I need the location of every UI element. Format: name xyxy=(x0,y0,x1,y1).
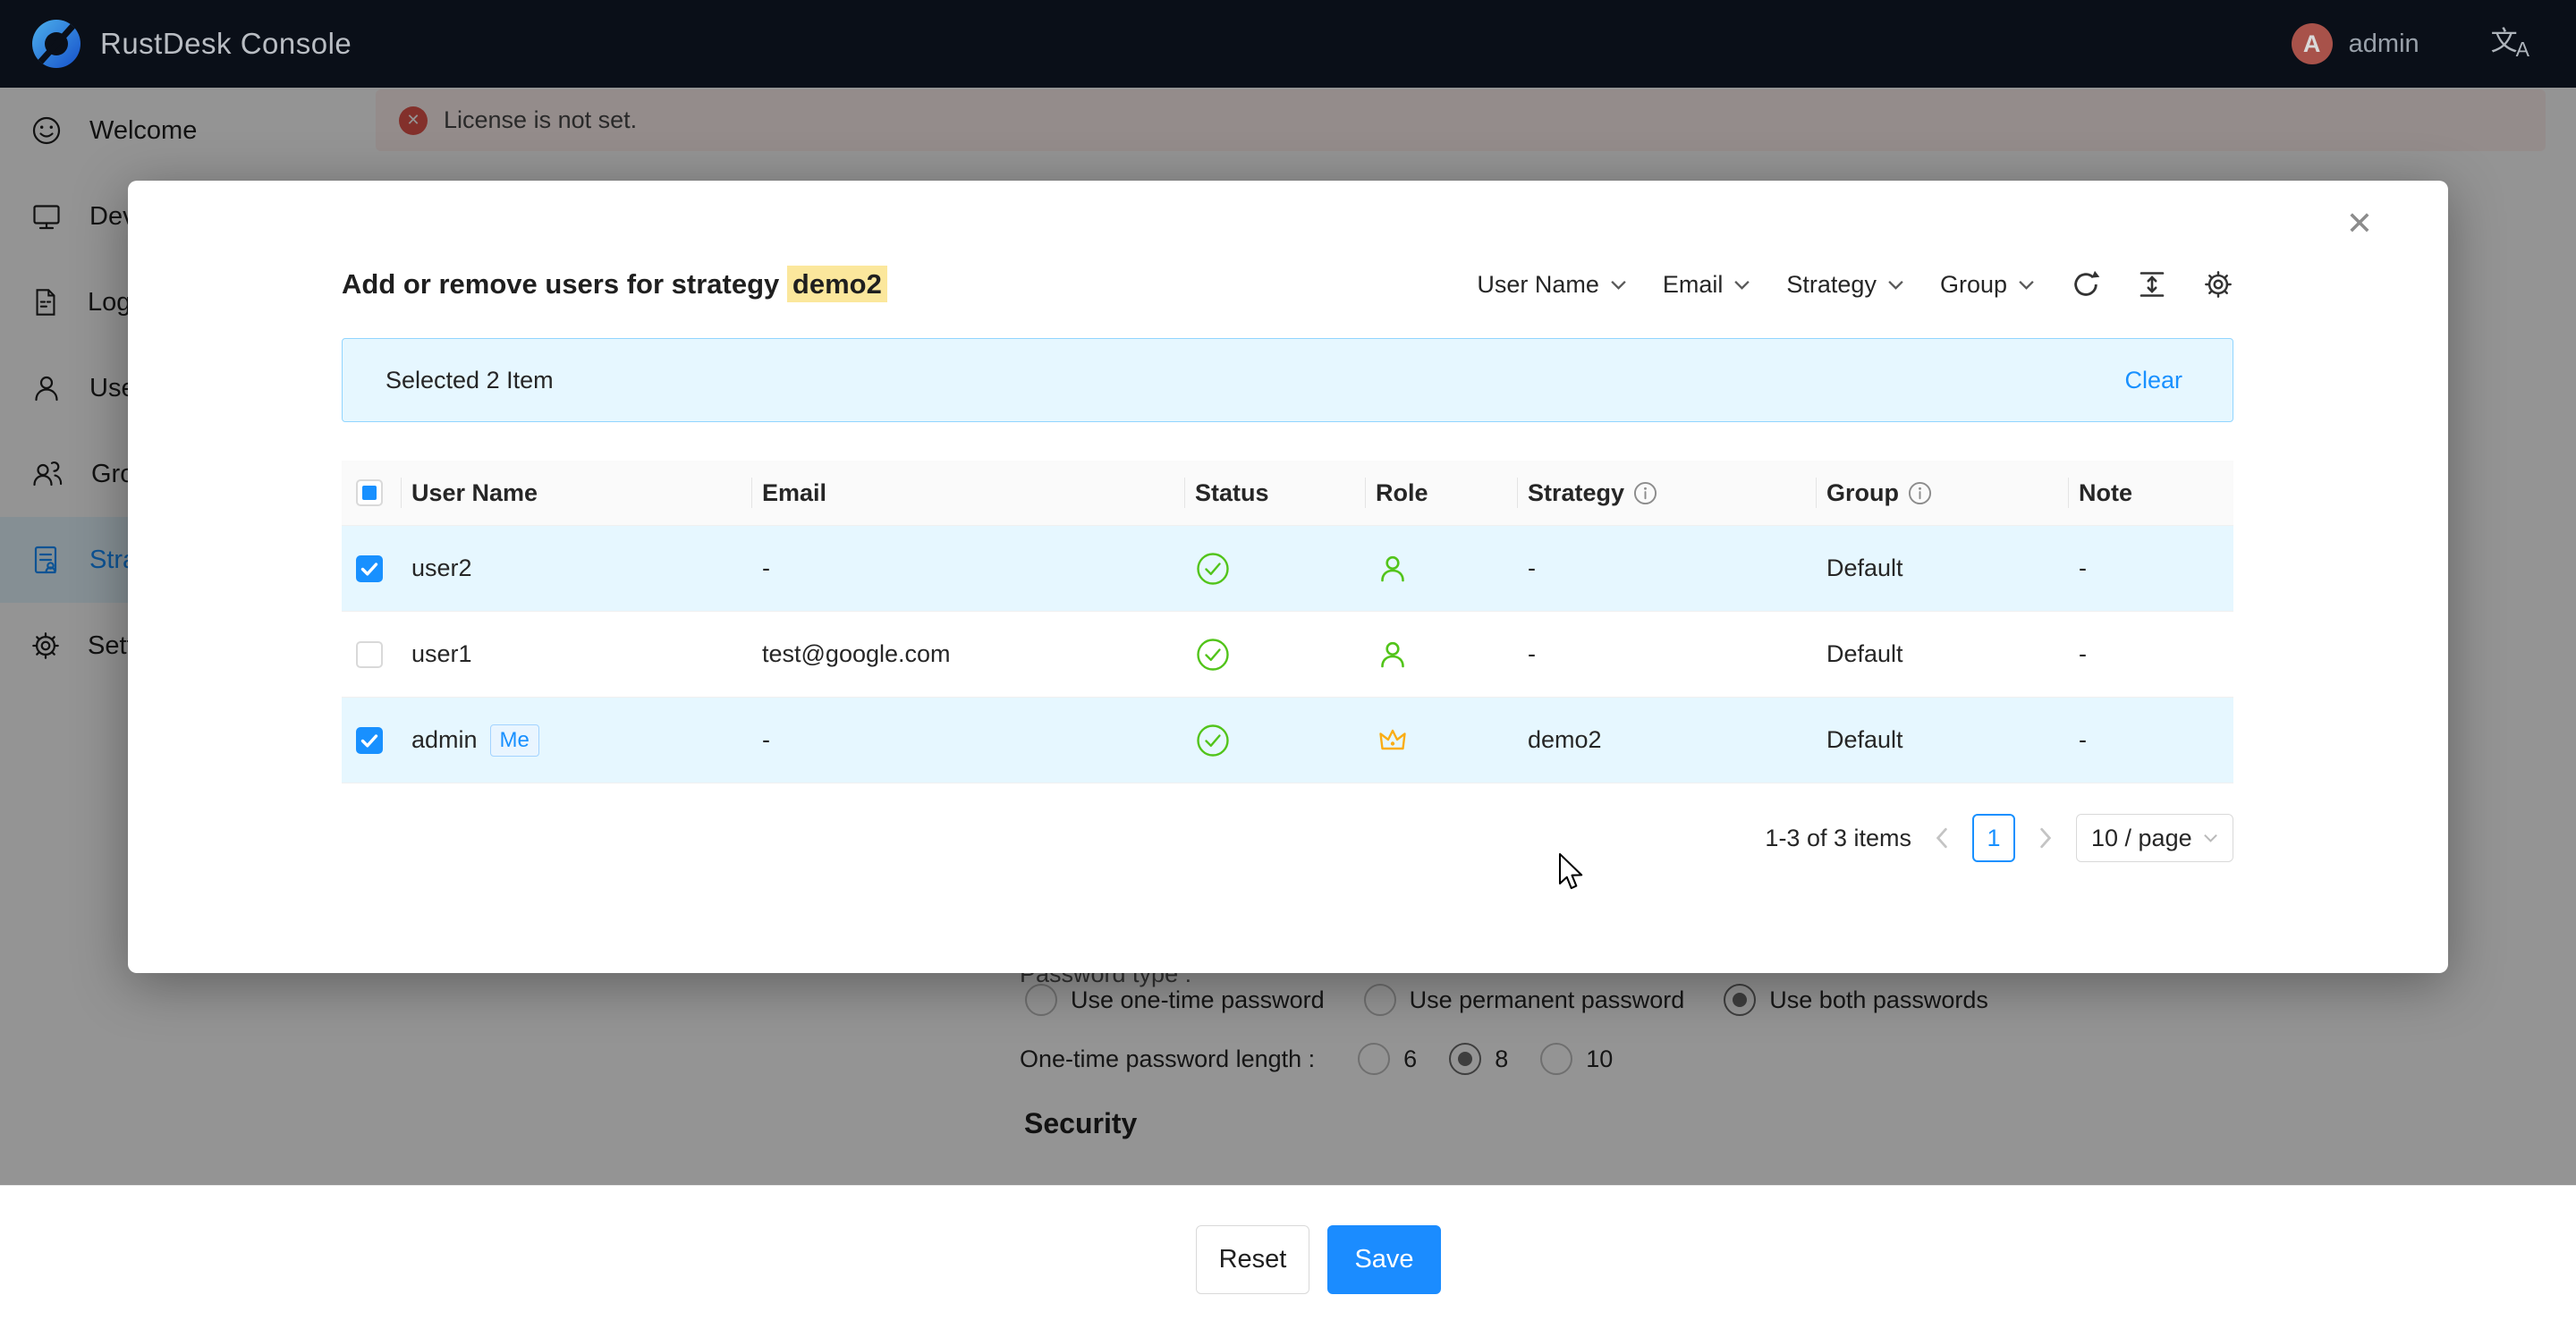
cell-user-name: user1 xyxy=(401,612,751,697)
users-table: User Name Email Status Role Strategy Gro… xyxy=(342,461,2233,783)
filter-strategy-dropdown[interactable]: Strategy xyxy=(1786,271,1904,299)
cell-email: - xyxy=(751,698,1184,783)
pagination-total: 1-3 of 3 items xyxy=(1765,825,1911,852)
cell-group: Default xyxy=(1816,612,2068,697)
cell-email: - xyxy=(751,526,1184,611)
cell-email: test@google.com xyxy=(751,612,1184,697)
me-badge: Me xyxy=(490,724,539,757)
row-checkbox[interactable] xyxy=(356,555,383,582)
rustdesk-logo-icon xyxy=(32,20,80,68)
col-group[interactable]: Group xyxy=(1816,461,2068,525)
page-size-value: 10 / page xyxy=(2091,825,2192,852)
header-username[interactable]: admin xyxy=(2349,30,2419,59)
strategy-name-highlight: demo2 xyxy=(787,266,887,302)
clear-selection-link[interactable]: Clear xyxy=(2124,367,2182,394)
page: RustDesk Console A admin 文A Welcome Devi… xyxy=(0,0,2576,1329)
page-number-1[interactable]: 1 xyxy=(1972,814,2015,862)
admin-name: admin xyxy=(411,726,478,754)
selection-count-text: Selected 2 Item xyxy=(386,367,554,394)
language-icon[interactable]: 文A xyxy=(2491,29,2529,60)
column-height-icon[interactable] xyxy=(2137,269,2167,300)
role-admin-crown-icon xyxy=(1365,698,1517,783)
filter-label: Email xyxy=(1663,271,1724,299)
status-active-icon xyxy=(1184,698,1365,783)
row-checkbox[interactable] xyxy=(356,641,383,668)
col-user-name[interactable]: User Name xyxy=(401,461,751,525)
select-all-checkbox[interactable] xyxy=(356,479,383,506)
cell-strategy: demo2 xyxy=(1517,698,1816,783)
filter-label: Group xyxy=(1940,271,2007,299)
cell-strategy: - xyxy=(1517,526,1816,611)
chevron-down-icon xyxy=(2203,833,2218,843)
col-group-label: Group xyxy=(1826,479,1899,507)
filter-label: Strategy xyxy=(1786,271,1877,299)
row-checkbox[interactable] xyxy=(356,727,383,754)
col-role[interactable]: Role xyxy=(1365,461,1517,525)
col-strategy[interactable]: Strategy xyxy=(1517,461,1816,525)
app-title: RustDesk Console xyxy=(100,27,352,61)
app-header: RustDesk Console A admin 文A xyxy=(0,0,2576,88)
role-user-icon xyxy=(1365,612,1517,697)
cell-note: - xyxy=(2068,612,2233,697)
filter-label: User Name xyxy=(1477,271,1599,299)
modal-title: Add or remove users for strategy demo2 xyxy=(342,268,887,301)
chevron-down-icon xyxy=(2018,279,2035,291)
prev-page-icon[interactable] xyxy=(1933,826,1951,850)
chevron-down-icon xyxy=(1887,279,1904,291)
page-size-select[interactable]: 10 / page xyxy=(2076,814,2233,862)
next-page-icon[interactable] xyxy=(2037,826,2055,850)
filter-username-dropdown[interactable]: User Name xyxy=(1477,271,1627,299)
cell-group: Default xyxy=(1816,698,2068,783)
chevron-down-icon xyxy=(1610,279,1627,291)
info-circle-icon[interactable] xyxy=(1633,481,1657,505)
cell-note: - xyxy=(2068,698,2233,783)
table-row-admin[interactable]: admin Me - demo2 Default - xyxy=(342,698,2233,783)
add-remove-users-modal: ✕ Add or remove users for strategy demo2… xyxy=(128,181,2448,973)
table-header-row: User Name Email Status Role Strategy Gro… xyxy=(342,461,2233,526)
reset-button[interactable]: Reset xyxy=(1196,1225,1309,1294)
chevron-down-icon xyxy=(1733,279,1750,291)
close-icon[interactable]: ✕ xyxy=(2346,207,2373,240)
table-row-user1[interactable]: user1 test@google.com - Default - xyxy=(342,612,2233,698)
header-right: A admin 文A xyxy=(2292,23,2529,64)
selection-bar: Selected 2 Item Clear xyxy=(342,338,2233,422)
cell-note: - xyxy=(2068,526,2233,611)
user-avatar[interactable]: A xyxy=(2292,23,2333,64)
cell-group: Default xyxy=(1816,526,2068,611)
modal-title-text: Add or remove users for strategy xyxy=(342,268,779,300)
modal-toolbar: User Name Email Strategy Group xyxy=(1477,269,2233,300)
info-circle-icon[interactable] xyxy=(1908,481,1932,505)
status-active-icon xyxy=(1184,526,1365,611)
filter-email-dropdown[interactable]: Email xyxy=(1663,271,1751,299)
table-row-user2[interactable]: user2 - - Default - xyxy=(342,526,2233,612)
save-footer: Reset Save xyxy=(0,1185,2576,1329)
refresh-icon[interactable] xyxy=(2071,269,2101,300)
cell-strategy: - xyxy=(1517,612,1816,697)
filter-group-dropdown[interactable]: Group xyxy=(1940,271,2035,299)
col-strategy-label: Strategy xyxy=(1528,479,1624,507)
modal-header-row: Add or remove users for strategy demo2 U… xyxy=(342,258,2233,311)
role-user-icon xyxy=(1365,526,1517,611)
column-settings-gear-icon[interactable] xyxy=(2203,269,2233,300)
col-email[interactable]: Email xyxy=(751,461,1184,525)
cell-user-name: admin Me xyxy=(401,698,751,783)
status-active-icon xyxy=(1184,612,1365,697)
col-status[interactable]: Status xyxy=(1184,461,1365,525)
pagination: 1-3 of 3 items 1 10 / page xyxy=(1765,813,2233,863)
cell-user-name: user2 xyxy=(401,526,751,611)
col-note[interactable]: Note xyxy=(2068,461,2233,525)
save-button[interactable]: Save xyxy=(1327,1225,1441,1294)
